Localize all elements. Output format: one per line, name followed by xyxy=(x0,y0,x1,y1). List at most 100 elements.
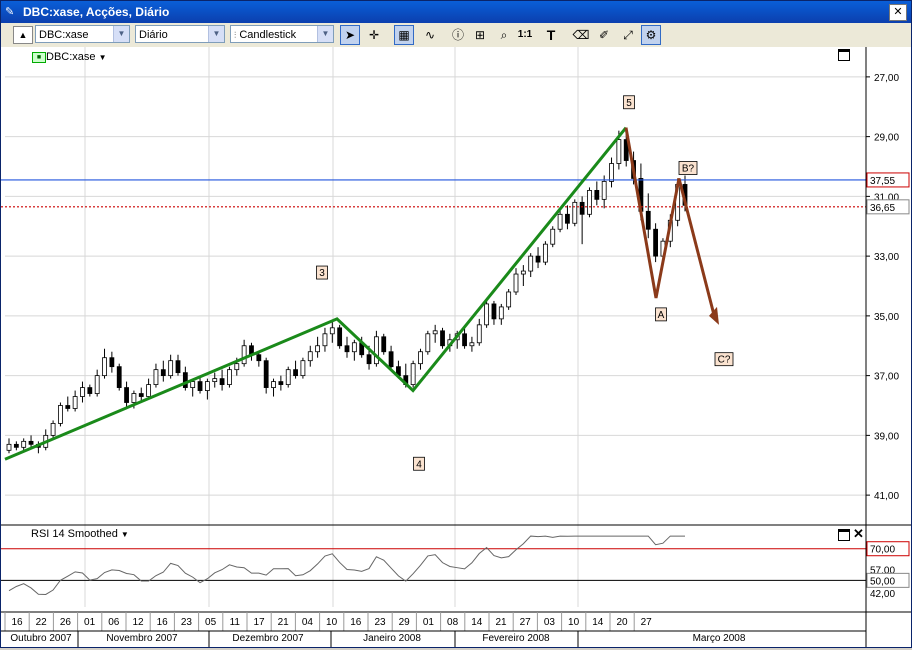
candle-body xyxy=(491,303,497,320)
day-tick-label: 08 xyxy=(447,617,459,628)
candle-body xyxy=(94,375,100,394)
candle-body xyxy=(469,342,475,347)
chart-style-select[interactable]: ⫶ Candlestick ▼ xyxy=(230,25,334,43)
month-label: Novembro 2007 xyxy=(106,633,178,644)
day-tick-label: 10 xyxy=(326,617,338,628)
day-tick-label: 29 xyxy=(399,617,411,628)
candle-body xyxy=(6,443,12,451)
candle-body xyxy=(219,378,225,385)
symbol-select-value: DBC:xase xyxy=(39,29,89,41)
candle-body xyxy=(212,378,218,382)
candle-body xyxy=(344,345,350,353)
candle-body xyxy=(550,228,556,245)
day-tick-label: 26 xyxy=(60,617,72,628)
candle-body xyxy=(271,381,276,388)
day-tick-label: 16 xyxy=(350,617,362,628)
chevron-down-icon[interactable]: ▼ xyxy=(99,53,107,62)
close-button[interactable]: ✕ xyxy=(889,4,907,21)
candle-body xyxy=(153,369,159,385)
symbol-legend[interactable]: ■ DBC:xase ▼ xyxy=(32,51,107,63)
candle-body xyxy=(65,405,71,409)
indicator-icon[interactable]: ∿ xyxy=(420,25,440,45)
candle-body xyxy=(278,381,284,385)
candle-body xyxy=(506,291,512,308)
close-rsi-icon[interactable]: ✕ xyxy=(853,526,864,542)
day-tick-label: 27 xyxy=(641,617,653,628)
chevron-down-icon[interactable]: ▼ xyxy=(317,26,333,42)
price-tick-label: 41,00 xyxy=(874,491,899,502)
day-tick-label: 04 xyxy=(302,617,314,628)
candle-body xyxy=(307,351,313,362)
candle-body xyxy=(116,366,122,388)
chart-style-value: Candlestick xyxy=(239,29,297,41)
rsi-level-label: 50,00 xyxy=(870,576,895,587)
period-select[interactable]: Diário ▼ xyxy=(135,25,225,43)
day-tick-label: 23 xyxy=(374,617,386,628)
candle-body xyxy=(373,336,379,365)
candle-body xyxy=(329,327,335,335)
one-to-one-icon[interactable]: 1:1 xyxy=(515,25,535,45)
candle-body xyxy=(80,387,85,397)
wave-label: 4 xyxy=(416,459,422,470)
wave-label: 5 xyxy=(626,98,632,109)
price-tick-label: 39,00 xyxy=(874,431,899,442)
month-label: Dezembro 2007 xyxy=(232,633,304,644)
candle-body xyxy=(131,393,137,403)
candle-body xyxy=(601,181,607,200)
zoom-icon[interactable]: ⌕ xyxy=(494,25,514,45)
wave-label: C? xyxy=(718,355,731,366)
rsi-legend[interactable]: RSI 14 Smoothed ▼ xyxy=(31,528,129,540)
arrow-cursor-icon[interactable]: ➤ xyxy=(340,25,360,45)
chevron-down-icon[interactable]: ▼ xyxy=(121,530,129,539)
candle-body xyxy=(440,330,445,347)
eraser-icon[interactable]: ⌫ xyxy=(571,25,591,45)
crosshair-icon[interactable]: ✛ xyxy=(364,25,384,45)
chevron-down-icon[interactable]: ▼ xyxy=(208,26,224,42)
price-tick-label: 29,00 xyxy=(874,133,899,144)
collapse-toolbar-button[interactable]: ▲ xyxy=(13,26,33,44)
candle-body xyxy=(425,333,431,353)
candle-body xyxy=(13,443,19,448)
text-tool-icon[interactable]: T xyxy=(541,25,561,45)
candle-body xyxy=(565,213,570,224)
candle-body xyxy=(322,333,328,347)
day-tick-label: 16 xyxy=(11,617,23,628)
note-icon[interactable]: ⊞ xyxy=(470,25,490,45)
wave-tool-icon[interactable]: ⚙ xyxy=(641,25,661,45)
period-select-value: Diário xyxy=(139,29,168,41)
symbol-select[interactable]: DBC:xase ▼ xyxy=(35,25,130,43)
candle-body xyxy=(579,201,585,215)
info-icon[interactable]: ⓘ xyxy=(448,25,468,45)
candle-body xyxy=(87,387,93,394)
chevron-down-icon[interactable]: ▼ xyxy=(113,26,129,42)
draw-tool-icon[interactable]: ✐ xyxy=(594,25,614,45)
month-label: Outubro 2007 xyxy=(10,633,72,644)
correction-wave-line xyxy=(624,127,717,320)
grid-icon[interactable]: ▦ xyxy=(394,25,414,45)
chart-area[interactable]: 3 4 5 A B? C? 41,00 39,00 37,00 35,00 33,00 31,00 2… xyxy=(1,47,911,647)
price-chart[interactable]: 345AB?C? 41,0039,0037,0035,0033,0031,002… xyxy=(1,47,911,647)
day-tick-label: 20 xyxy=(616,617,628,628)
day-tick-label: 23 xyxy=(181,617,193,628)
month-label: Março 2008 xyxy=(693,633,746,644)
candle-body xyxy=(21,440,27,448)
line-tool-icon[interactable]: ⤢ xyxy=(618,25,638,45)
candle-body xyxy=(241,345,247,365)
candle-body xyxy=(594,189,600,200)
maximize-panel-icon[interactable] xyxy=(838,49,850,61)
day-tick-label: 16 xyxy=(157,617,169,628)
day-tick-label: 01 xyxy=(84,617,96,628)
day-tick-label: 05 xyxy=(205,617,217,628)
red-level-label: 36,65 xyxy=(870,203,895,214)
day-tick-label: 10 xyxy=(568,617,580,628)
rsi-panel xyxy=(1,535,866,595)
rsi-level-label: 42,00 xyxy=(870,589,895,600)
day-tick-label: 03 xyxy=(544,617,556,628)
maximize-rsi-icon[interactable] xyxy=(838,529,850,541)
candle-body xyxy=(109,357,115,368)
candle-body xyxy=(102,357,107,377)
candle-body xyxy=(572,201,578,224)
window-menu-icon[interactable]: ✎ xyxy=(5,5,17,18)
wave-label: B? xyxy=(682,163,695,174)
day-tick-label: 11 xyxy=(230,617,241,628)
